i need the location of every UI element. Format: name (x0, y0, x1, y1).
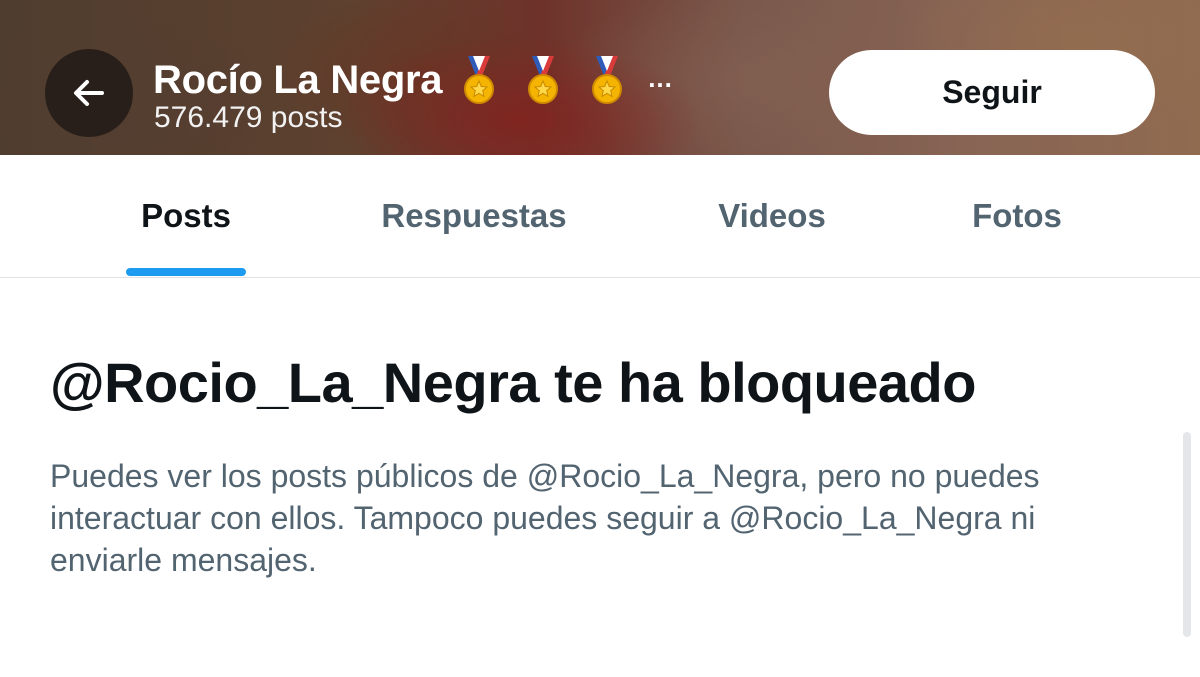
post-count: 576.479 posts (154, 101, 343, 134)
profile-page: Rocío La Negra ... 576.479 posts Seguir … (0, 0, 1200, 677)
sports-medal-icon (464, 56, 495, 104)
tab-posts[interactable]: Posts (126, 155, 246, 277)
display-name: Rocío La Negra (153, 57, 443, 102)
tab-photos[interactable]: Fotos (958, 155, 1076, 277)
blocked-description: Puedes ver los posts públicos de @Rocio_… (50, 458, 1040, 578)
profile-tabs: Posts Respuestas Videos Fotos (0, 155, 1200, 278)
profile-name-row: Rocío La Negra ... (153, 54, 673, 106)
badge-group (462, 54, 624, 106)
tab-videos[interactable]: Videos (702, 155, 842, 277)
name-truncation: ... (648, 62, 673, 93)
sports-medal-icon (592, 56, 623, 104)
scrollbar[interactable] (1183, 432, 1191, 637)
blocked-title: @Rocio_La_Negra te ha bloqueado (50, 351, 976, 414)
sports-medal-icon (528, 56, 559, 104)
follow-button[interactable]: Seguir (829, 50, 1155, 135)
arrow-left-icon (74, 80, 104, 106)
back-button[interactable] (45, 49, 133, 137)
active-tab-indicator (126, 268, 246, 276)
tab-replies[interactable]: Respuestas (363, 155, 585, 277)
